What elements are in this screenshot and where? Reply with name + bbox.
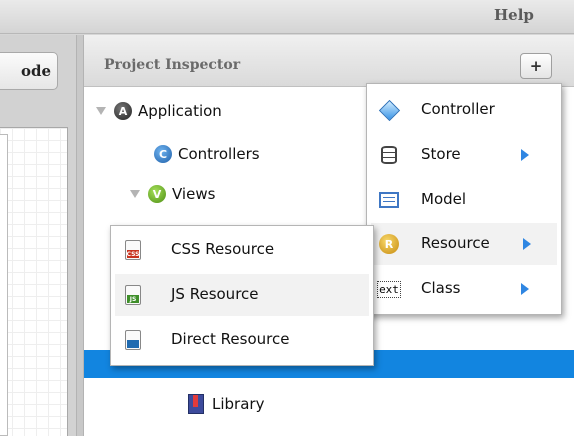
tree-node-label: Controllers [178,145,260,163]
class-icon: ext [377,280,401,298]
resource-icon: R [379,234,399,254]
inspector-title: Project Inspector [104,57,241,73]
application-icon: A [114,102,132,120]
store-icon [379,145,399,165]
menu-item-label: Controller [421,100,495,118]
menu-help[interactable]: Help [494,6,534,24]
tree-node-library[interactable]: Library [188,391,264,417]
menu-item-label: Store [421,145,461,163]
tree-node-label: Views [172,185,216,203]
views-icon: V [148,185,166,203]
model-icon [379,190,399,210]
resource-submenu: CSS CSS Resource JS JS Resource Direct R… [110,225,374,366]
library-icon [188,394,204,414]
menu-item-js-resource[interactable]: JS JS Resource [115,274,369,316]
menu-item-store[interactable]: Store [371,134,557,176]
submenu-arrow-icon [523,238,531,250]
tree-node-label: Library [212,395,265,413]
menu-item-class[interactable]: ext Class [371,268,557,310]
submenu-arrow-icon [521,149,529,161]
js-file-icon: JS [123,285,143,305]
design-canvas[interactable] [0,127,68,436]
menu-item-direct-resource[interactable]: Direct Resource [115,319,369,361]
canvas-component[interactable] [0,134,8,436]
css-file-icon: CSS [123,240,143,260]
expand-arrow-icon[interactable] [96,107,106,115]
controllers-icon: C [154,145,172,163]
menu-item-label: Class [421,279,461,297]
tree-node-label: Application [138,102,222,120]
add-menu: Controller Store Model R Resource ext Cl… [366,83,562,315]
code-tab-button[interactable]: ode [0,52,58,90]
tree-node-views[interactable]: V Views [130,181,215,207]
panel-splitter[interactable] [76,35,84,436]
menu-item-controller[interactable]: Controller [371,89,557,131]
design-panel: ode [0,35,76,436]
inspector-header: Project Inspector + [84,35,574,87]
menu-item-resource[interactable]: R Resource [371,223,557,265]
add-button[interactable]: + [520,53,552,79]
menu-item-model[interactable]: Model [371,179,557,221]
tree-node-application[interactable]: A Application [96,98,222,124]
menu-item-label: Direct Resource [171,330,290,348]
menu-bar: Help [0,0,574,34]
menu-item-label: Resource [421,234,490,252]
menu-item-css-resource[interactable]: CSS CSS Resource [115,229,369,271]
controller-icon [378,99,400,121]
tree-node-controllers[interactable]: C Controllers [154,141,260,167]
menu-item-label: JS Resource [171,285,259,303]
menu-item-label: CSS Resource [171,240,275,258]
submenu-arrow-icon [521,283,529,295]
expand-arrow-icon[interactable] [130,190,140,198]
direct-file-icon [123,330,143,350]
menu-item-label: Model [421,190,467,208]
